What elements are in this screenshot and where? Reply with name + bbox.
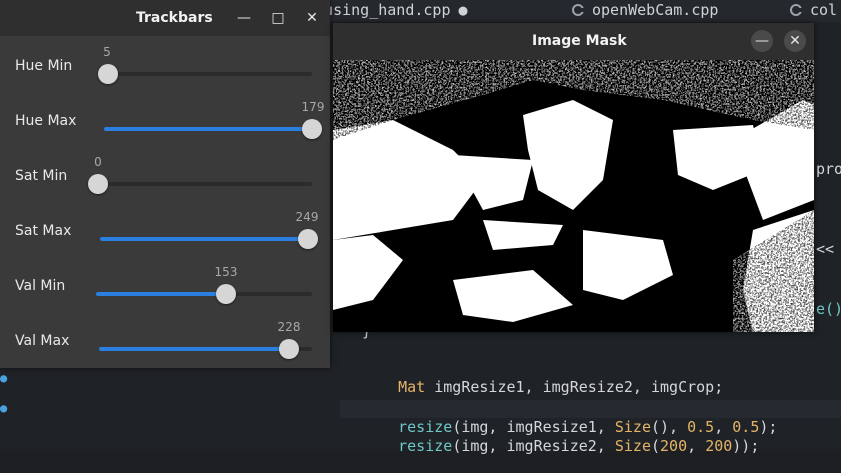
- tab-openwebcam-cpp[interactable]: openWebCam.cpp: [572, 0, 718, 22]
- trackbar-knob[interactable]: [98, 64, 119, 84]
- trackbar-fill: [99, 347, 289, 351]
- window-title: Trackbars: [136, 10, 213, 26]
- tab-label: openWebCam.cpp: [592, 1, 719, 19]
- mask-image: [333, 60, 814, 332]
- trackbar-label-hue-min: Hue Min: [15, 58, 73, 74]
- image-mask-titlebar[interactable]: Image Mask — ✕: [333, 23, 814, 60]
- trackbar-hue-max[interactable]: [104, 119, 322, 139]
- window-title: Image Mask: [532, 33, 627, 49]
- trackbar-value-hue-max: 179: [301, 100, 325, 114]
- trackbar-value-hue-min: 5: [103, 45, 111, 59]
- trackbar-knob[interactable]: [215, 284, 236, 304]
- code-fragment: e(): [816, 300, 841, 318]
- minimize-icon[interactable]: —: [751, 30, 773, 52]
- trackbar-fill: [96, 292, 226, 296]
- trackbar-label-sat-max: Sat Max: [15, 223, 72, 239]
- trackbar-fill: [100, 237, 308, 241]
- trackbar-sat-min[interactable]: [88, 174, 312, 194]
- trackbar-value-val-max: 228: [277, 320, 301, 334]
- tab-hand-cpp[interactable]: w_using_hand.cpp ●: [306, 0, 468, 22]
- trackbar-value-sat-max: 249: [295, 210, 319, 224]
- gutter-icon: ●: [0, 371, 8, 385]
- trackbars-window: Trackbars — □ ✕ Hue Min 5 Hue Max 179 Sa…: [0, 0, 330, 368]
- trackbar-knob[interactable]: [297, 229, 318, 249]
- trackbar-label-hue-max: Hue Max: [15, 113, 77, 129]
- image-mask-window: Image Mask — ✕: [333, 23, 814, 332]
- trackbar-label-sat-min: Sat Min: [15, 168, 68, 184]
- gutter-icon: ●: [0, 401, 8, 415]
- trackbar-hue-min[interactable]: [98, 64, 312, 84]
- code-line-resize-2[interactable]: resize(img, imgResize2, Size(200, 200));: [362, 419, 759, 473]
- trackbar-knob[interactable]: [88, 174, 108, 194]
- trackbar-knob[interactable]: [278, 339, 299, 359]
- tab-label: col: [810, 1, 838, 19]
- trackbar-fill: [104, 127, 312, 131]
- trackbar-val-max[interactable]: [99, 339, 312, 359]
- trackbar-label-val-min: Val Min: [15, 278, 66, 294]
- close-icon[interactable]: ✕: [301, 7, 323, 29]
- trackbar-value-val-min: 153: [214, 265, 238, 279]
- trackbar-label-val-max: Val Max: [15, 333, 70, 349]
- modified-dot-icon: ●: [458, 1, 468, 19]
- cpp-file-icon: [572, 4, 585, 16]
- mask-image-content: [333, 60, 814, 332]
- cpp-file-icon: [790, 4, 803, 16]
- tab-col[interactable]: col: [790, 0, 837, 22]
- trackbars-titlebar[interactable]: Trackbars — □ ✕: [0, 0, 330, 36]
- trackbar-sat-max[interactable]: [100, 229, 318, 249]
- code-fragment: <<: [816, 240, 835, 258]
- minimize-icon[interactable]: —: [233, 7, 255, 29]
- trackbar-val-min[interactable]: [96, 284, 312, 304]
- maximize-icon[interactable]: □: [267, 7, 289, 29]
- code-fragment: pro: [816, 160, 841, 178]
- trackbar-knob[interactable]: [302, 119, 322, 139]
- close-icon[interactable]: ✕: [784, 30, 806, 52]
- trackbar-value-sat-min: 0: [94, 155, 102, 169]
